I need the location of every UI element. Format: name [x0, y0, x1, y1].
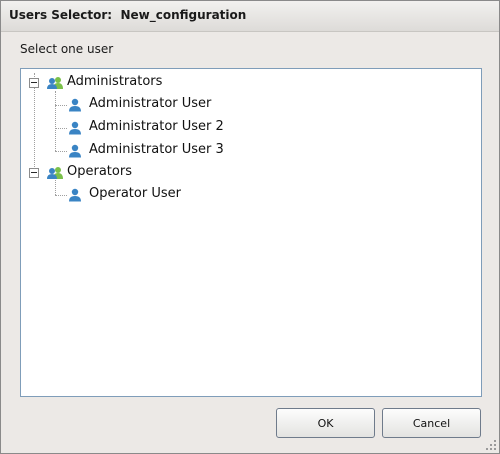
user-group-icon — [47, 77, 63, 89]
tree-connector — [55, 151, 67, 152]
tree-user-label[interactable]: Administrator User — [89, 96, 211, 112]
user-group-icon — [47, 167, 63, 179]
collapse-minus-icon[interactable] — [29, 168, 39, 178]
tree-user-label[interactable]: Administrator User 2 — [89, 119, 224, 135]
users-tree[interactable]: Administrators Administrator User Admini… — [20, 68, 482, 397]
tree-connector — [55, 91, 56, 151]
title-bar[interactable]: Users Selector: New_configuration — [1, 1, 499, 32]
tree-connector — [34, 73, 35, 173]
resize-grip-icon[interactable] — [485, 439, 497, 451]
tree-connector — [55, 195, 67, 196]
user-icon — [69, 98, 81, 112]
tree-user-label[interactable]: Operator User — [89, 186, 181, 202]
tree-group-label[interactable]: Operators — [67, 164, 132, 180]
tree-group-label[interactable]: Administrators — [67, 74, 162, 90]
user-icon — [69, 121, 81, 135]
tree-connector — [55, 105, 67, 106]
tree-user-label[interactable]: Administrator User 3 — [89, 142, 224, 158]
users-selector-dialog: Users Selector: New_configuration Select… — [0, 0, 500, 454]
user-icon — [69, 144, 81, 158]
tree-connector — [55, 180, 56, 195]
select-user-prompt: Select one user — [20, 42, 114, 56]
collapse-minus-icon[interactable] — [29, 78, 39, 88]
tree-connector — [55, 128, 67, 129]
cancel-button[interactable]: Cancel — [382, 408, 481, 438]
user-icon — [69, 188, 81, 202]
window-title: Users Selector: New_configuration — [9, 8, 247, 22]
ok-button[interactable]: OK — [276, 408, 375, 438]
